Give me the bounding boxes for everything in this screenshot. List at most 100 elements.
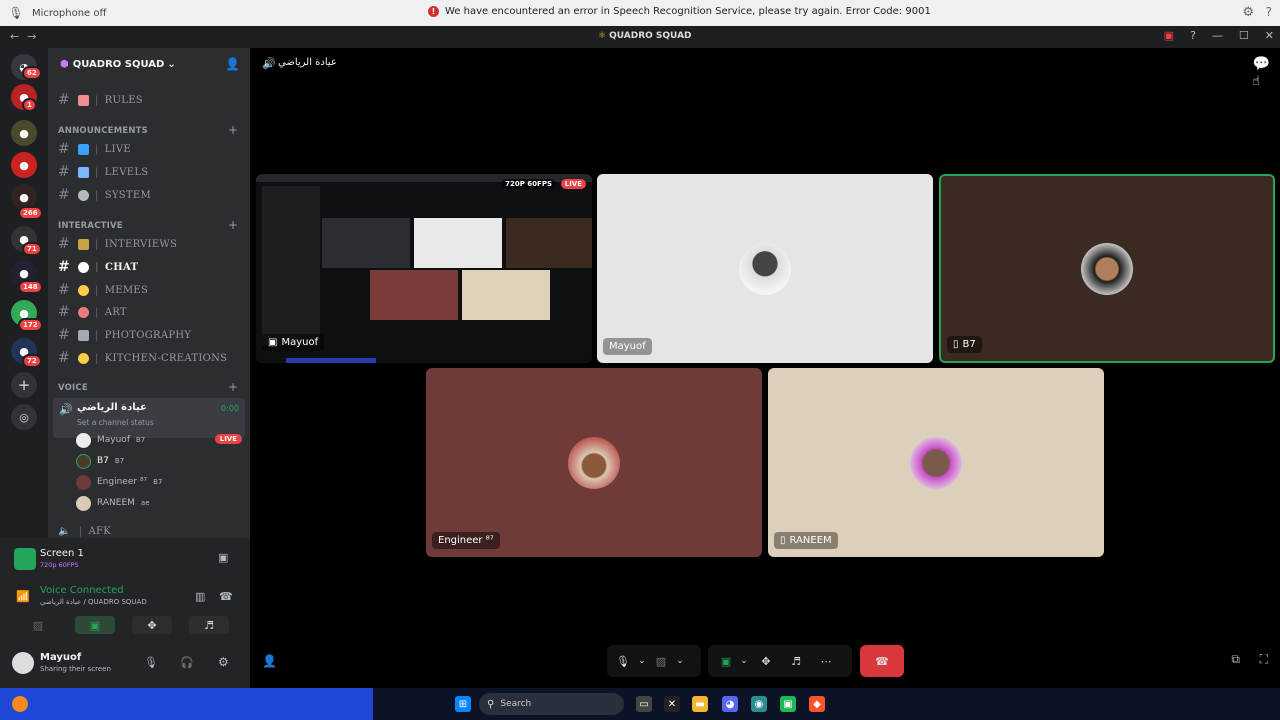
gear-icon[interactable]: ⚙ (1242, 5, 1254, 20)
add-server-icon[interactable]: + (11, 372, 37, 398)
microphone-button[interactable]: 🎙 (611, 649, 635, 673)
voice-member[interactable]: B7 B7 (76, 452, 124, 470)
avatar[interactable] (12, 652, 34, 674)
invite-icon[interactable]: 👤 (262, 654, 277, 668)
signal-icon: 📶 (16, 590, 30, 603)
notification-badge: 72 (22, 354, 42, 368)
teams-icon[interactable]: ◉ (751, 696, 767, 712)
minimize-button[interactable]: — (1212, 29, 1223, 42)
channel-live[interactable]: # | LIVE (58, 139, 131, 159)
member-tag: B7 (153, 478, 163, 486)
brave-icon[interactable]: ◆ (809, 696, 825, 712)
channel-chat[interactable]: # | CHAT (58, 257, 138, 277)
chevron-down-icon[interactable]: ⌄ (635, 649, 649, 673)
soundboard-button[interactable]: ♬ (784, 649, 808, 673)
windows-start-icon[interactable]: ⊞ (455, 696, 471, 712)
tile-label: ▯ B7 (947, 336, 982, 353)
server-header[interactable]: ⬢ QUADRO SQUAD ⌄ 👤 (48, 48, 250, 80)
participant-tile-engineer[interactable]: Engineer ⁸⁷ (426, 368, 762, 557)
avatar (76, 453, 91, 469)
stream-tile[interactable]: 720P 60FPS LIVE ▣ Mayuof (256, 174, 592, 363)
maximize-button[interactable]: ☐ (1239, 29, 1249, 42)
popout-icon[interactable]: ⧉ (1231, 652, 1240, 667)
channel-status-placeholder[interactable]: Set a channel status (77, 418, 154, 427)
stop-stream-icon[interactable]: ▣ (218, 551, 228, 564)
category-voice[interactable]: VOICE (58, 383, 88, 393)
fullscreen-icon[interactable]: ⛶ (1260, 652, 1268, 667)
screen-icon[interactable]: ▣ (1164, 29, 1174, 42)
speech-bubble-icon (78, 261, 90, 273)
participant-tile-raneem[interactable]: ▯ RANEEM (768, 368, 1104, 557)
screen-share-button[interactable]: ▣ (714, 649, 738, 673)
weather-icon[interactable] (12, 696, 28, 712)
activities-button[interactable]: ✥ (754, 649, 778, 673)
screen-icon: ▣ (268, 337, 278, 348)
participant-tile-b7[interactable]: ▯ B7 (939, 174, 1275, 363)
server-icon-3[interactable]: ● (11, 152, 37, 178)
screen-share-button[interactable]: ▣ (75, 616, 115, 634)
chevron-down-icon[interactable]: ⌄ (673, 649, 687, 673)
noise-suppression-icon[interactable]: ▥ (195, 590, 205, 603)
channel-rules[interactable]: # | RULES (58, 90, 143, 110)
voice-member[interactable]: Mayuof B7 (76, 431, 145, 449)
notification-badge: 1 (22, 98, 37, 112)
member-name: B7 (97, 456, 109, 466)
discord-icon[interactable]: ◕ (722, 696, 738, 712)
user-name: Mayuof (40, 652, 82, 663)
channel-interviews[interactable]: # | INTERVIEWS (58, 234, 177, 254)
x-app-icon[interactable]: ✕ (664, 696, 680, 712)
help-icon[interactable]: ? (1266, 5, 1272, 19)
add-channel-icon[interactable]: + (228, 218, 238, 232)
search-placeholder: Search (500, 699, 532, 709)
camera-off-button[interactable]: ▨ (649, 649, 673, 673)
taskbar-search[interactable]: ⚲ Search (479, 693, 624, 715)
server-emblem-icon: ⬢ (60, 58, 69, 70)
notification-badge: 148 (18, 280, 43, 294)
server-icon-2[interactable]: ● (11, 120, 37, 146)
channel-art[interactable]: # | ART (58, 302, 127, 322)
chat-bubble-icon[interactable]: 💬 (1253, 56, 1270, 72)
voice-status[interactable]: Voice Connected (40, 585, 124, 596)
stage-channel-title: عيادة الرياضي (278, 57, 337, 68)
channel-memes[interactable]: # | MEMES (58, 280, 148, 300)
os-taskbar: ⊞ ⚲ Search ▭ ✕ ▬ ◕ ◉ ▣ ◆ (0, 688, 1280, 720)
screen-share-icon: ▣ (89, 618, 101, 632)
category-announcements[interactable]: ANNOUNCEMENTS (58, 126, 148, 136)
screen-share-icon (14, 548, 36, 570)
activities-button[interactable]: ✥ (132, 616, 172, 634)
channel-levels[interactable]: # | LEVELS (58, 162, 148, 182)
microphone-icon[interactable]: 🎙 (144, 656, 158, 669)
category-interactive[interactable]: INTERACTIVE (58, 221, 123, 231)
help-circle-icon[interactable]: ? (1190, 29, 1196, 42)
voice-member[interactable]: RANEEM ae (76, 494, 150, 512)
more-options-button[interactable]: ⋯ (814, 649, 838, 673)
voice-member[interactable]: Engineer ⁸⁷ B7 (76, 473, 162, 491)
participant-tile-mayuof[interactable]: Mayuof (597, 174, 933, 363)
app-icon[interactable]: ▣ (780, 696, 796, 712)
channel-photography[interactable]: # | PHOTOGRAPHY (58, 325, 191, 345)
nav-arrows[interactable]: ←→ (10, 30, 44, 43)
channel-system[interactable]: # | SYSTEM (58, 185, 151, 205)
tile-name: B7 (962, 339, 976, 350)
member-name: RANEEM (97, 498, 135, 508)
channel-label: AFK (88, 525, 111, 537)
invite-icon[interactable]: 👤 (225, 57, 240, 71)
file-explorer-icon[interactable]: ▬ (692, 696, 708, 712)
tile-name: Mayuof (609, 341, 646, 352)
soundboard-button[interactable]: ♬ (189, 616, 229, 634)
channel-kitchen-creations[interactable]: # | KITCHEN-CREATIONS (58, 348, 227, 368)
tile-name: Mayuof (281, 337, 319, 348)
camera-button[interactable]: ▨ (18, 616, 58, 634)
add-channel-icon[interactable]: + (228, 380, 238, 394)
stream-quality-badge: 720P 60FPS (501, 179, 556, 189)
close-button[interactable]: ✕ (1265, 29, 1274, 42)
channel-label: RULES (104, 94, 143, 106)
disconnect-icon[interactable]: ☎ (219, 590, 233, 603)
end-call-button[interactable]: ☎ (860, 645, 904, 677)
task-view-icon[interactable]: ▭ (636, 696, 652, 712)
headphones-icon[interactable]: 🎧 (180, 656, 194, 669)
explore-icon[interactable]: ◎ (11, 404, 37, 430)
add-channel-icon[interactable]: + (228, 123, 238, 137)
chevron-down-icon[interactable]: ⌄ (738, 649, 750, 673)
gear-icon[interactable]: ⚙ (218, 655, 229, 669)
